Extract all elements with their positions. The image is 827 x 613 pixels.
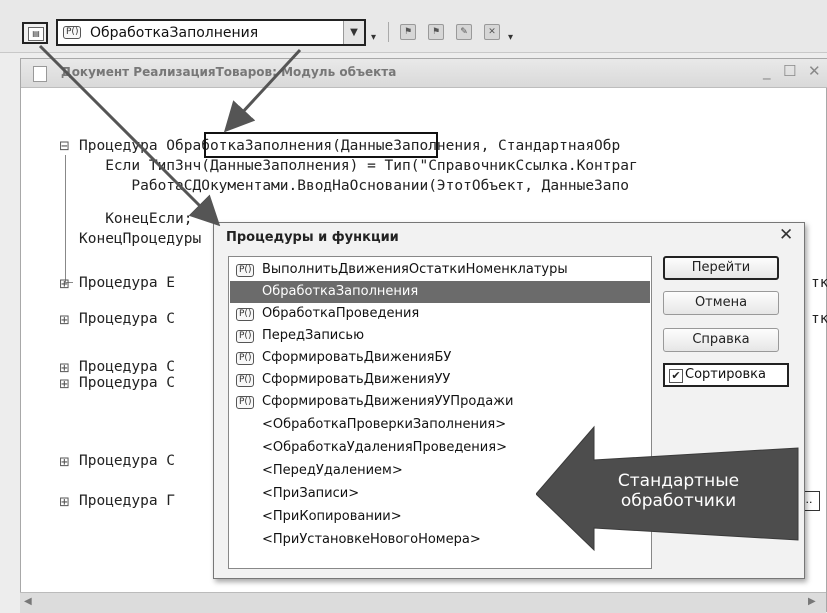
arrow-to-procedures-dialog [38, 44, 221, 227]
pointer-arrows [38, 44, 302, 227]
arrow-to-procedure-name [223, 48, 302, 133]
